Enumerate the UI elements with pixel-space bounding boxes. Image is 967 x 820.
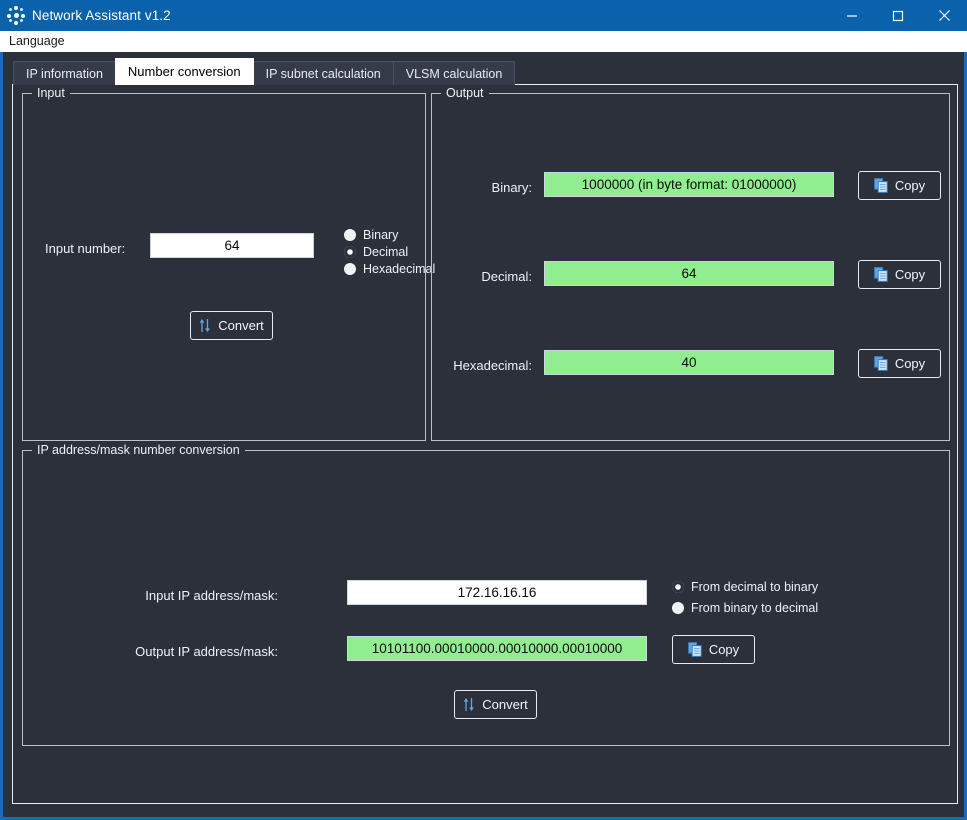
- tab-ip-subnet-calculation[interactable]: IP subnet calculation: [252, 61, 394, 85]
- ipmask-group-legend: IP address/mask number conversion: [32, 443, 245, 457]
- up-down-arrows-icon: [463, 697, 475, 712]
- input-number-field[interactable]: 64: [150, 233, 314, 258]
- copy-button-ipmask-label: Copy: [708, 642, 740, 657]
- ipmask-output-label: Output IP address/mask:: [135, 644, 278, 659]
- copy-button-binary-label: Copy: [894, 178, 926, 193]
- radio-binary[interactable]: Binary: [344, 226, 435, 243]
- convert-button-number[interactable]: Convert: [190, 311, 273, 340]
- output-group: Output Binary: 1000000 (in byte format: …: [431, 86, 950, 441]
- tab-number-conversion[interactable]: Number conversion: [114, 58, 254, 85]
- tab-strip: IP information Number conversion IP subn…: [13, 58, 516, 85]
- copy-icon: [873, 356, 888, 371]
- output-binary-label: Binary:: [491, 180, 532, 195]
- copy-button-binary[interactable]: Copy: [858, 171, 941, 200]
- radio-binary-to-decimal[interactable]: From binary to decimal: [672, 599, 818, 616]
- output-hexadecimal-field[interactable]: 40: [544, 350, 834, 375]
- tab-page-number-conversion: Input Input number: 64 Binary Decimal He…: [12, 84, 958, 804]
- radio-decimal-to-binary-indicator: [672, 580, 684, 593]
- ipmask-direction-radio-group: From decimal to binary From binary to de…: [672, 578, 818, 616]
- convert-button-ipmask[interactable]: Convert: [454, 690, 537, 719]
- maximize-button[interactable]: [875, 0, 921, 31]
- radio-decimal-indicator: [344, 245, 356, 258]
- radio-decimal[interactable]: Decimal: [344, 243, 435, 260]
- output-decimal-label: Decimal:: [481, 269, 532, 284]
- radio-binary-label: Binary: [363, 227, 399, 242]
- input-base-radio-group: Binary Decimal Hexadecimal: [344, 226, 435, 277]
- copy-button-hexadecimal[interactable]: Copy: [858, 349, 941, 378]
- ipmask-output-field[interactable]: 10101100.00010000.00010000.00010000: [347, 636, 647, 661]
- copy-button-hexadecimal-label: Copy: [894, 356, 926, 371]
- input-group-legend: Input: [32, 86, 70, 100]
- ipmask-input-field[interactable]: 172.16.16.16: [347, 580, 647, 605]
- close-button[interactable]: [921, 0, 967, 31]
- copy-icon: [873, 267, 888, 282]
- menu-bar: Language: [0, 31, 967, 52]
- copy-icon: [873, 178, 888, 193]
- copy-button-decimal[interactable]: Copy: [858, 260, 941, 289]
- network-hub-icon: [0, 0, 32, 31]
- output-binary-field[interactable]: 1000000 (in byte format: 01000000): [544, 172, 834, 197]
- title-bar[interactable]: Network Assistant v1.2: [0, 0, 967, 31]
- output-hexadecimal-label: Hexadecimal:: [453, 358, 532, 373]
- ipmask-input-label: Input IP address/mask:: [145, 588, 278, 603]
- copy-icon: [687, 642, 702, 657]
- input-number-label: Input number:: [45, 241, 126, 256]
- copy-button-decimal-label: Copy: [894, 267, 926, 282]
- copy-button-ipmask[interactable]: Copy: [672, 635, 755, 664]
- convert-button-number-label: Convert: [218, 318, 264, 333]
- radio-binary-to-decimal-label: From binary to decimal: [691, 600, 819, 615]
- radio-decimal-to-binary-label: From decimal to binary: [691, 579, 819, 594]
- radio-decimal-to-binary[interactable]: From decimal to binary: [672, 578, 818, 595]
- radio-decimal-label: Decimal: [363, 244, 409, 259]
- radio-hexadecimal-label: Hexadecimal: [363, 261, 436, 276]
- output-decimal-field[interactable]: 64: [544, 261, 834, 286]
- radio-hexadecimal-indicator: [344, 262, 356, 275]
- input-group: Input Input number: 64 Binary Decimal He…: [22, 86, 435, 441]
- menu-item-language[interactable]: Language: [0, 31, 73, 52]
- tab-vlsm-calculation[interactable]: VLSM calculation: [392, 61, 516, 85]
- app-window: Network Assistant v1.2 Language IP infor…: [0, 0, 967, 820]
- radio-binary-indicator: [344, 228, 356, 241]
- up-down-arrows-icon: [199, 318, 211, 333]
- ipmask-group: IP address/mask number conversion Input …: [22, 443, 950, 746]
- window-title: Network Assistant v1.2: [32, 8, 171, 23]
- convert-button-ipmask-label: Convert: [482, 697, 528, 712]
- radio-hexadecimal[interactable]: Hexadecimal: [344, 260, 435, 277]
- tab-ip-information[interactable]: IP information: [13, 61, 116, 85]
- radio-binary-to-decimal-indicator: [672, 601, 684, 614]
- minimize-button[interactable]: [829, 0, 875, 31]
- window-controls: [829, 0, 967, 31]
- output-group-legend: Output: [441, 86, 489, 100]
